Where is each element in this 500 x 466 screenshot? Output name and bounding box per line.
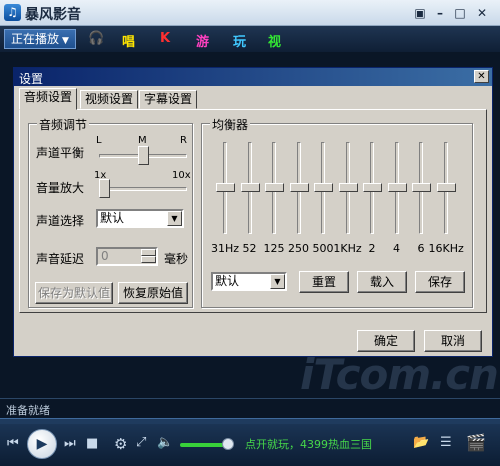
menu-bar: 正在播放 ▼ 🎧 唱 K 游 玩 视 — [0, 26, 500, 52]
settings-icon[interactable]: ⚙ — [114, 435, 127, 453]
eq-load-button[interactable]: 载入 — [357, 271, 407, 293]
next-icon[interactable]: ⏭ — [64, 436, 76, 451]
status-bar: 准备就绪 — [0, 398, 500, 418]
audio-adjust-title: 音频调节 — [37, 116, 90, 133]
save-default-button[interactable]: 保存为默认值 — [35, 282, 113, 304]
control-bar: ⏮ ▶ ⏭ ■ ⚙ ⤢ 🔈 点开就玩，4399热血三国 📂 ☰ 🎬 — [0, 424, 500, 466]
delay-label: 声音延迟 — [36, 252, 85, 266]
menu-link-sing[interactable]: 唱 — [122, 31, 135, 50]
amplify-slider-thumb[interactable] — [99, 179, 110, 198]
now-playing-button[interactable]: 正在播放 ▼ — [4, 29, 76, 49]
folder-icon[interactable]: 📂 — [413, 435, 429, 450]
cancel-button[interactable]: 取消 — [424, 330, 482, 352]
close-button[interactable]: ✕ — [474, 5, 490, 21]
tab-subtitle[interactable]: 字幕设置 — [139, 90, 198, 109]
media-box-icon[interactable]: 🎬 — [466, 433, 486, 452]
dialog-title: 设置 — [19, 72, 44, 86]
equalizer-title: 均衡器 — [210, 116, 251, 133]
now-playing-label: 正在播放 — [11, 32, 60, 46]
eq-slider-thumb[interactable] — [240, 183, 260, 192]
eq-save-button[interactable]: 保存 — [415, 271, 465, 293]
chevron-down-icon: ▼ — [62, 36, 69, 46]
eq-preset-value: 默认 — [215, 274, 240, 288]
eq-slider-thumb[interactable] — [314, 183, 333, 192]
headphone-icon[interactable]: 🎧 — [88, 31, 104, 46]
chevron-down-icon[interactable]: ▼ — [270, 274, 285, 289]
fullscreen-icon[interactable]: ⤢ — [136, 435, 146, 450]
balance-mark-l: L — [96, 135, 102, 146]
menu-icon[interactable]: ▣ — [412, 5, 428, 21]
status-text: 准备就绪 — [6, 404, 50, 417]
app-title: 暴风影音 — [25, 7, 81, 23]
delay-unit: 毫秒 — [164, 252, 189, 266]
settings-dialog: 设置 ✕ 音频设置 视频设置 字幕设置 音频调节 声道平衡 L M R 音量放大… — [13, 67, 493, 357]
eq-slider-thumb[interactable] — [436, 183, 456, 192]
tab-video[interactable]: 视频设置 — [80, 90, 139, 109]
amplify-slider-track — [99, 187, 187, 191]
tab-audio[interactable]: 音频设置 — [19, 88, 78, 110]
delay-value: 0 — [101, 249, 109, 263]
volume-slider-thumb[interactable] — [222, 438, 234, 450]
channel-select-value: 默认 — [100, 211, 125, 225]
eq-slider-thumb[interactable] — [412, 183, 431, 192]
maximize-button[interactable]: □ — [452, 5, 468, 21]
playlist-icon[interactable]: ☰ — [440, 435, 452, 450]
channel-select[interactable]: 默认 ▼ — [96, 209, 184, 228]
restore-default-button[interactable]: 恢复原始值 — [118, 282, 188, 304]
eq-slider-thumb[interactable] — [265, 183, 284, 192]
promo-link[interactable]: 点开就玩，4399热血三国 — [245, 436, 372, 452]
menu-link-video[interactable]: 视 — [268, 31, 281, 50]
eq-reset-button[interactable]: 重置 — [299, 271, 349, 293]
balance-mark-m: M — [138, 135, 147, 146]
eq-band-label: 16KHz — [428, 242, 464, 255]
menu-link-play[interactable]: 玩 — [233, 31, 246, 50]
eq-slider-thumb[interactable] — [387, 183, 407, 192]
chevron-down-icon[interactable]: ▼ — [167, 211, 182, 226]
dialog-title-bar[interactable]: 设置 ✕ — [14, 68, 492, 86]
eq-preset-select[interactable]: 默认 ▼ — [211, 272, 287, 291]
channel-label: 声道选择 — [36, 214, 85, 228]
watermark: iTcom.cn — [300, 350, 499, 399]
stop-icon[interactable]: ■ — [86, 436, 98, 451]
balance-slider-thumb[interactable] — [137, 146, 149, 165]
menu-link-game[interactable]: 游 — [196, 31, 209, 50]
delay-spinner[interactable]: 0 — [96, 247, 158, 266]
player-window: ♫ 暴风影音 ▣ – □ ✕ 正在播放 ▼ 🎧 唱 K 游 玩 视 iTcom.c… — [0, 0, 500, 466]
eq-slider-thumb[interactable] — [338, 183, 358, 192]
dialog-close-button[interactable]: ✕ — [474, 70, 489, 83]
eq-slider-thumb[interactable] — [289, 183, 309, 192]
spinner-up-icon[interactable] — [141, 249, 156, 256]
amplify-label: 音量放大 — [36, 181, 85, 195]
minimize-button[interactable]: – — [432, 5, 448, 21]
balance-mark-r: R — [180, 135, 187, 146]
menu-link-k[interactable]: K — [160, 31, 170, 46]
balance-label: 声道平衡 — [36, 146, 85, 160]
play-button[interactable]: ▶ — [27, 429, 57, 459]
amplify-mark-max: 10x — [172, 170, 191, 181]
previous-icon[interactable]: ⏮ — [7, 436, 19, 451]
spinner-down-icon[interactable] — [141, 256, 156, 263]
title-bar[interactable]: ♫ 暴风影音 ▣ – □ ✕ — [0, 0, 500, 26]
ok-button[interactable]: 确定 — [357, 330, 415, 352]
eq-slider-thumb[interactable] — [216, 183, 235, 192]
eq-slider-thumb[interactable] — [363, 183, 382, 192]
volume-icon[interactable]: 🔈 — [157, 435, 173, 450]
app-logo-icon: ♫ — [4, 4, 21, 21]
